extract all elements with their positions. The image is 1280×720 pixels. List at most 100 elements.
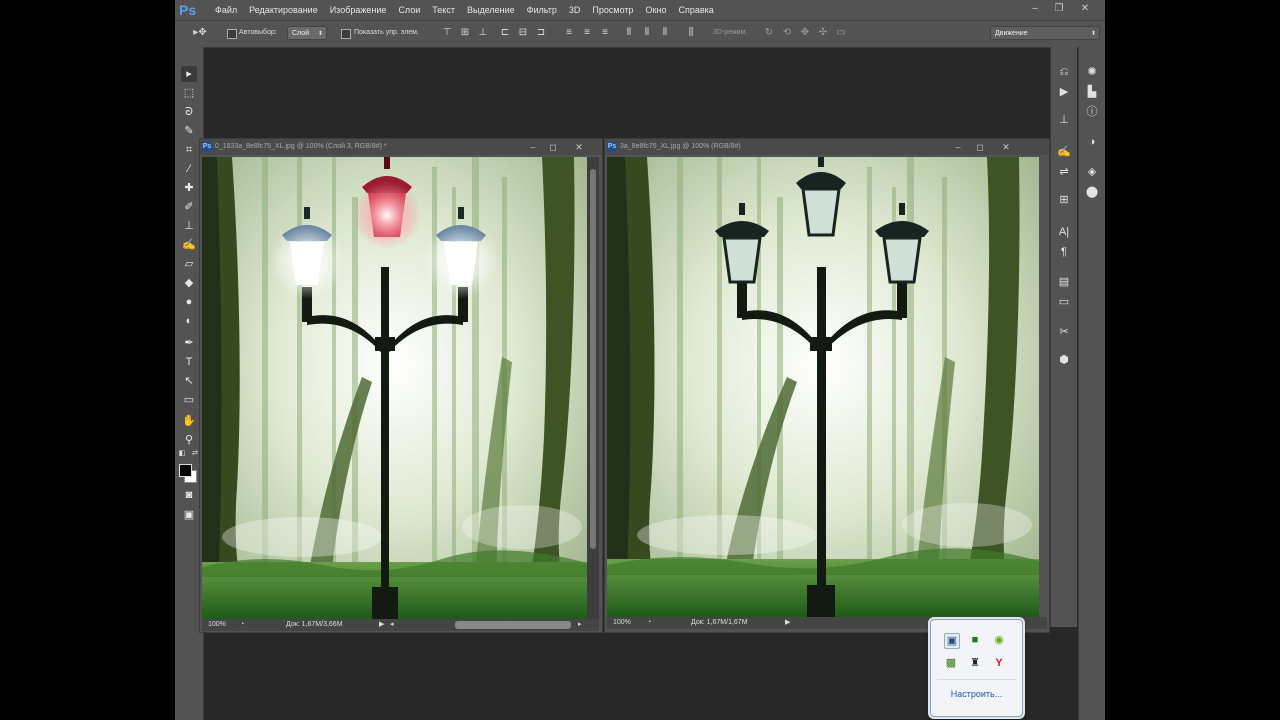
restore-button[interactable]: ❐ xyxy=(1051,3,1067,15)
pen-icon[interactable]: ✒ xyxy=(181,335,197,351)
blur-icon[interactable]: ● xyxy=(181,294,197,310)
canvas-2[interactable] xyxy=(607,157,1039,617)
distribute-vcenter-icon[interactable]: ≡ xyxy=(581,27,593,39)
rectangle-icon[interactable]: ▭ xyxy=(181,392,197,408)
eraser-icon[interactable]: ▱ xyxy=(181,256,197,272)
screen-mode-icon[interactable]: ▣ xyxy=(181,507,197,523)
menu-window[interactable]: Окно xyxy=(640,0,673,20)
menu-3d[interactable]: 3D xyxy=(563,0,587,20)
hand-icon[interactable]: ✋ xyxy=(181,413,197,429)
status-info-icon[interactable]: ◔ xyxy=(647,618,651,628)
doc-restore-button[interactable]: ◻ xyxy=(546,141,560,153)
scale-3d-icon[interactable]: ▭ xyxy=(835,27,847,39)
move-tool-preset-icon[interactable]: ▸✥ xyxy=(191,27,209,39)
status-info-icon[interactable]: ◔ xyxy=(240,620,244,630)
path-select-icon[interactable]: ↖ xyxy=(181,373,197,389)
canvas-1[interactable] xyxy=(202,157,587,619)
menu-filter[interactable]: Фильтр xyxy=(521,0,563,20)
distribute-hcenter-icon[interactable]: ⦀ xyxy=(641,27,653,39)
align-hcenter-icon[interactable]: ⊟ xyxy=(517,27,529,39)
marquee-icon[interactable]: ⬚ xyxy=(181,85,197,101)
menu-edit[interactable]: Редактирование xyxy=(243,0,324,20)
lasso-icon[interactable]: ᘐ xyxy=(181,104,197,120)
nvidia-icon[interactable]: ▩ xyxy=(944,656,958,670)
status-menu-arrow-icon[interactable]: ▶ xyxy=(379,620,384,630)
yandex-icon[interactable]: Y xyxy=(992,656,1006,670)
brush-presets-icon[interactable]: ✍ xyxy=(1056,144,1072,160)
slide-3d-icon[interactable]: ✣ xyxy=(817,27,829,39)
scroll-left-icon[interactable]: ◂ xyxy=(390,620,394,630)
foreground-color-swatch[interactable] xyxy=(179,464,192,477)
quick-mask-icon[interactable]: ◙ xyxy=(181,487,197,503)
layer-comps-icon[interactable]: ▤ xyxy=(1056,274,1072,290)
stamp-icon[interactable]: ⊥ xyxy=(181,218,197,234)
align-left-icon[interactable]: ⊏ xyxy=(499,27,511,39)
brush-icon[interactable]: ✐ xyxy=(181,199,197,215)
distribute-top-icon[interactable]: ≡ xyxy=(563,27,575,39)
auto-align-icon[interactable]: ⫼ xyxy=(685,27,697,39)
tool-presets-icon[interactable]: ⊞ xyxy=(1056,192,1072,208)
status-menu-arrow-icon[interactable]: ▶ xyxy=(785,618,790,628)
align-top-icon[interactable]: ⊤ xyxy=(441,27,453,39)
doc-close-button[interactable]: ✕ xyxy=(572,141,586,153)
roll-3d-icon[interactable]: ⟲ xyxy=(781,27,793,39)
drag-3d-icon[interactable]: ✥ xyxy=(799,27,811,39)
brush-panel-icon[interactable]: ⇌ xyxy=(1056,164,1072,180)
actions-icon[interactable]: ▶ xyxy=(1056,84,1072,100)
zoom-icon[interactable]: ⚲ xyxy=(181,432,197,448)
menu-type[interactable]: Текст xyxy=(426,0,461,20)
healing-icon[interactable]: ✚ xyxy=(181,180,197,196)
distribute-right-icon[interactable]: ⦀ xyxy=(659,27,671,39)
scroll-right-icon[interactable]: ▸ xyxy=(578,620,582,630)
3d-panel-icon[interactable]: ⬢ xyxy=(1056,352,1072,368)
bucket-icon[interactable]: ◆ xyxy=(181,275,197,291)
paragraph-icon[interactable]: ¶ xyxy=(1056,244,1072,260)
menu-view[interactable]: Просмотр xyxy=(586,0,639,20)
menu-image[interactable]: Изображение xyxy=(324,0,393,20)
move-icon[interactable]: ▸ xyxy=(181,66,197,82)
menu-file[interactable]: Файл xyxy=(209,0,243,20)
character-icon[interactable]: A| xyxy=(1056,224,1072,240)
close-button[interactable]: ✕ xyxy=(1077,3,1093,15)
customize-link[interactable]: Настроить... xyxy=(931,689,1022,699)
doc-close-button[interactable]: ✕ xyxy=(999,141,1013,153)
refresh-green-icon[interactable]: ◉ xyxy=(992,633,1006,647)
history-icon[interactable]: ⎌ xyxy=(1056,64,1072,80)
rotate-3d-icon[interactable]: ↻ xyxy=(763,27,775,39)
clone-source-icon[interactable]: ⊥ xyxy=(1056,112,1072,128)
quick-select-icon[interactable]: ✎ xyxy=(181,123,197,139)
usb-icon[interactable]: ♜ xyxy=(968,656,982,670)
align-vcenter-icon[interactable]: ⊞ xyxy=(459,27,471,39)
navigator-icon[interactable]: ✺ xyxy=(1084,64,1100,80)
measurement-icon[interactable]: ✂ xyxy=(1056,324,1072,340)
menu-select[interactable]: Выделение xyxy=(461,0,521,20)
document-tab-2[interactable]: Ps 3a_8e8fc75_XL.jpg @ 100% (RGB/8#) – ◻… xyxy=(605,139,1049,155)
distribute-bottom-icon[interactable]: ≡ xyxy=(599,27,611,39)
menu-help[interactable]: Справка xyxy=(672,0,719,20)
doc-minimize-button[interactable]: – xyxy=(526,141,540,153)
eyedropper-icon[interactable]: ⁄ xyxy=(181,161,197,177)
vertical-scrollbar-1[interactable] xyxy=(587,157,599,619)
zoom-level-2[interactable]: 100% xyxy=(613,618,631,628)
history-brush-icon[interactable]: ✍ xyxy=(181,237,197,253)
menu-layers[interactable]: Слои xyxy=(392,0,426,20)
adjustments-icon[interactable]: ◑ xyxy=(1084,134,1100,150)
autoselect-dropdown[interactable]: Слой ⬍ xyxy=(287,26,327,40)
monitor-icon[interactable]: ▣ xyxy=(944,633,960,649)
crop-icon[interactable]: ⌗ xyxy=(181,142,197,158)
info-icon[interactable]: ⓘ xyxy=(1084,104,1100,120)
dodge-icon[interactable]: ◐ xyxy=(181,313,197,329)
workspace-dropdown[interactable]: Движение ⬍ xyxy=(990,26,1100,40)
default-colors-icon[interactable]: ◧ xyxy=(177,449,187,459)
align-bottom-icon[interactable]: ⊥ xyxy=(477,27,489,39)
channels-icon[interactable]: ⬤ xyxy=(1084,184,1100,200)
notes-icon[interactable]: ▭ xyxy=(1056,294,1072,310)
doc-minimize-button[interactable]: – xyxy=(951,141,965,153)
zoom-level-1[interactable]: 100% xyxy=(208,620,226,630)
minimize-button[interactable]: – xyxy=(1027,3,1043,15)
show-controls-checkbox[interactable] xyxy=(341,29,351,39)
scroll-thumb[interactable] xyxy=(590,169,596,549)
doc-restore-button[interactable]: ◻ xyxy=(973,141,987,153)
document-tab-1[interactable]: Ps 0_1833a_8e8fc75_XL.jpg @ 100% (Слой 3… xyxy=(200,139,602,155)
autoselect-checkbox[interactable] xyxy=(227,29,237,39)
